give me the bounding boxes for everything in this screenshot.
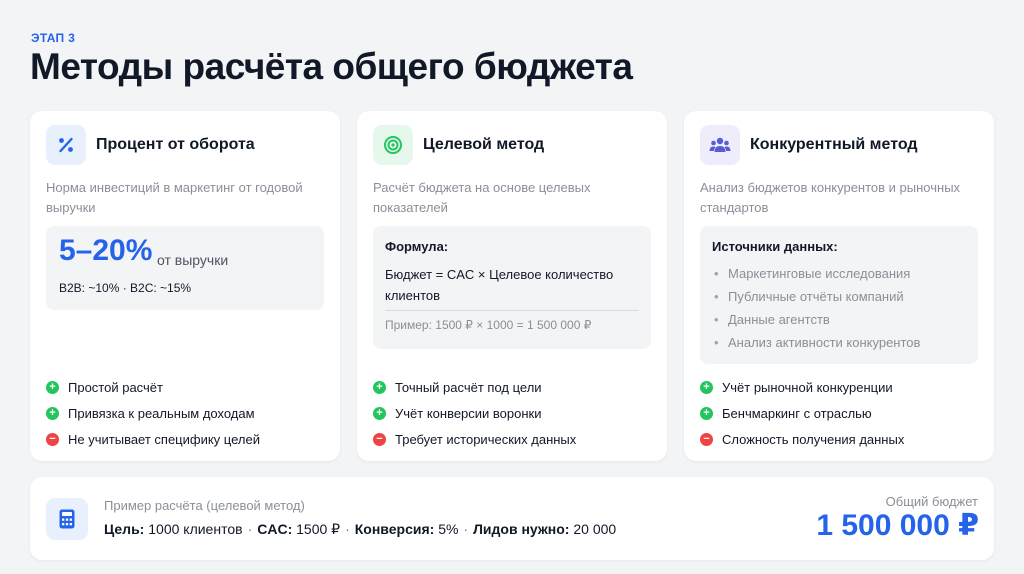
formula-example: Пример: 1500 ₽ × 1000 = 1 500 000 ₽ <box>385 318 592 332</box>
sources-label: Источники данных: <box>712 239 838 254</box>
total-budget-label: Общий бюджет <box>885 494 978 509</box>
list-item: + Учёт рыночной конкуренции <box>700 374 904 400</box>
card-description: Норма инвестиций в маркетинг от годовой … <box>46 180 303 215</box>
list-item: − Сложность получения данных <box>700 426 904 452</box>
card-competitive-method: Конкурентный метод Анализ бюджетов конку… <box>684 111 994 461</box>
page-title: Методы расчёта общего бюджета <box>30 46 633 87</box>
plus-icon: + <box>373 380 386 394</box>
highlight-value: 5–20% <box>59 234 153 267</box>
card-header: Процент от оборота <box>46 125 255 165</box>
list-item: • Публичные отчёты компаний <box>714 289 904 304</box>
list-item: + Привязка к реальным доходам <box>46 400 260 426</box>
pros-cons-list: + Учёт рыночной конкуренции + Бенчмаркинг … <box>700 374 904 452</box>
minus-icon: − <box>46 432 59 446</box>
pros-cons-list: + Простой расчёт + Привязка к реальным дох… <box>46 374 260 452</box>
minus-icon: − <box>700 432 713 446</box>
plus-icon: + <box>46 380 59 394</box>
list-item: • Маркетинговые исследования <box>714 266 911 281</box>
card-title: Целевой метод <box>423 136 545 153</box>
example-title: Пример расчёта (целевой метод) <box>104 498 305 513</box>
plus-icon: + <box>373 406 386 420</box>
list-item: + Бенчмаркинг с отраслью <box>700 400 904 426</box>
highlight-box: 5–20% от выручки B2B: ~10% · B2C: ~15% <box>46 226 324 310</box>
plus-icon: + <box>700 380 713 394</box>
list-item: • Анализ активности конкурентов <box>714 335 921 350</box>
sources-box: Источники данных: • Маркетинговые исследо… <box>700 226 978 364</box>
total-budget-value: 1 500 000 ₽ <box>816 509 979 542</box>
list-item: − Не учитывает специфику целей <box>46 426 260 452</box>
sources-list: • Маркетинговые исследования • Публичные о… <box>714 265 920 357</box>
example-details: Цель: 1000 клиентов · CAC: 1500 ₽ · Конверси… <box>104 521 617 537</box>
formula-box: Формула: Бюджет = CAC × Целевое количест… <box>373 226 651 349</box>
formula-label: Формула: <box>385 239 449 254</box>
card-target-method: Целевой метод Расчёт бюджета на основе ц… <box>357 111 667 461</box>
plus-icon: + <box>46 406 59 420</box>
card-header: Конкурентный метод <box>700 125 918 165</box>
list-item: + Простой расчёт <box>46 374 260 400</box>
example-panel: Пример расчёта (целевой метод) Цель: 100… <box>30 477 994 560</box>
card-title: Конкурентный метод <box>750 136 918 153</box>
users-icon <box>700 125 740 165</box>
divider <box>385 310 639 311</box>
highlight-suffix: от выручки <box>157 252 229 268</box>
stage-label: ЭТАП 3 <box>31 31 76 45</box>
pros-cons-list: + Точный расчёт под цели + Учёт конверсии … <box>373 374 576 452</box>
card-description: Анализ бюджетов конкурентов и рыночных с… <box>700 180 961 215</box>
card-header: Целевой метод <box>373 125 544 165</box>
list-item: + Учёт конверсии воронки <box>373 400 576 426</box>
card-percent-of-revenue: Процент от оборота Норма инвестиций в ма… <box>30 111 340 461</box>
percent-icon <box>46 125 86 165</box>
minus-icon: − <box>373 432 386 446</box>
list-item: − Требует исторических данных <box>373 426 576 452</box>
highlight-detail: B2B: ~10% · B2C: ~15% <box>59 281 192 295</box>
list-item: + Точный расчёт под цели <box>373 374 576 400</box>
calculator-icon <box>46 498 88 540</box>
list-item: • Данные агентств <box>714 312 830 327</box>
plus-icon: + <box>700 406 713 420</box>
formula-text: Бюджет = CAC × Целевое количество клиент… <box>385 267 614 303</box>
card-description: Расчёт бюджета на основе целевых показат… <box>373 180 591 215</box>
card-title: Процент от оборота <box>96 136 255 153</box>
target-icon <box>373 125 413 165</box>
